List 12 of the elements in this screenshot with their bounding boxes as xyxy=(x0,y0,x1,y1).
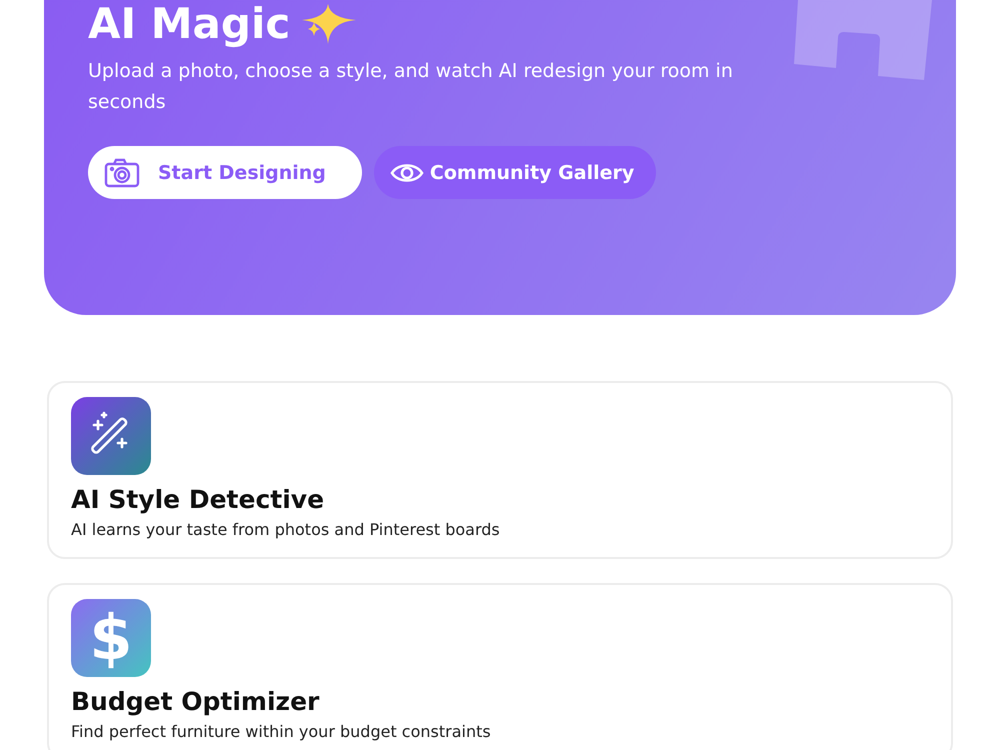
start-button[interactable]: Start Designing xyxy=(88,146,362,199)
feature-title: Budget Optimizer xyxy=(71,687,320,717)
feature-description: Find perfect furniture within your budget constraints xyxy=(71,721,492,743)
feature-description: AI learns your taste from photos and Pinterest boards xyxy=(71,519,501,541)
hero-subtitle: Upload a photo, choose a style, and watch AI redesign your room in seconds xyxy=(88,59,734,115)
dollar-icon: $ xyxy=(89,607,133,669)
hero-title: AI Magic xyxy=(88,0,290,48)
camera-icon xyxy=(104,158,140,188)
eye-icon xyxy=(390,162,424,184)
gallery-button[interactable]: Community Gallery xyxy=(374,146,656,199)
house-icon xyxy=(794,0,932,82)
feature-title: AI Style Detective xyxy=(71,485,326,515)
